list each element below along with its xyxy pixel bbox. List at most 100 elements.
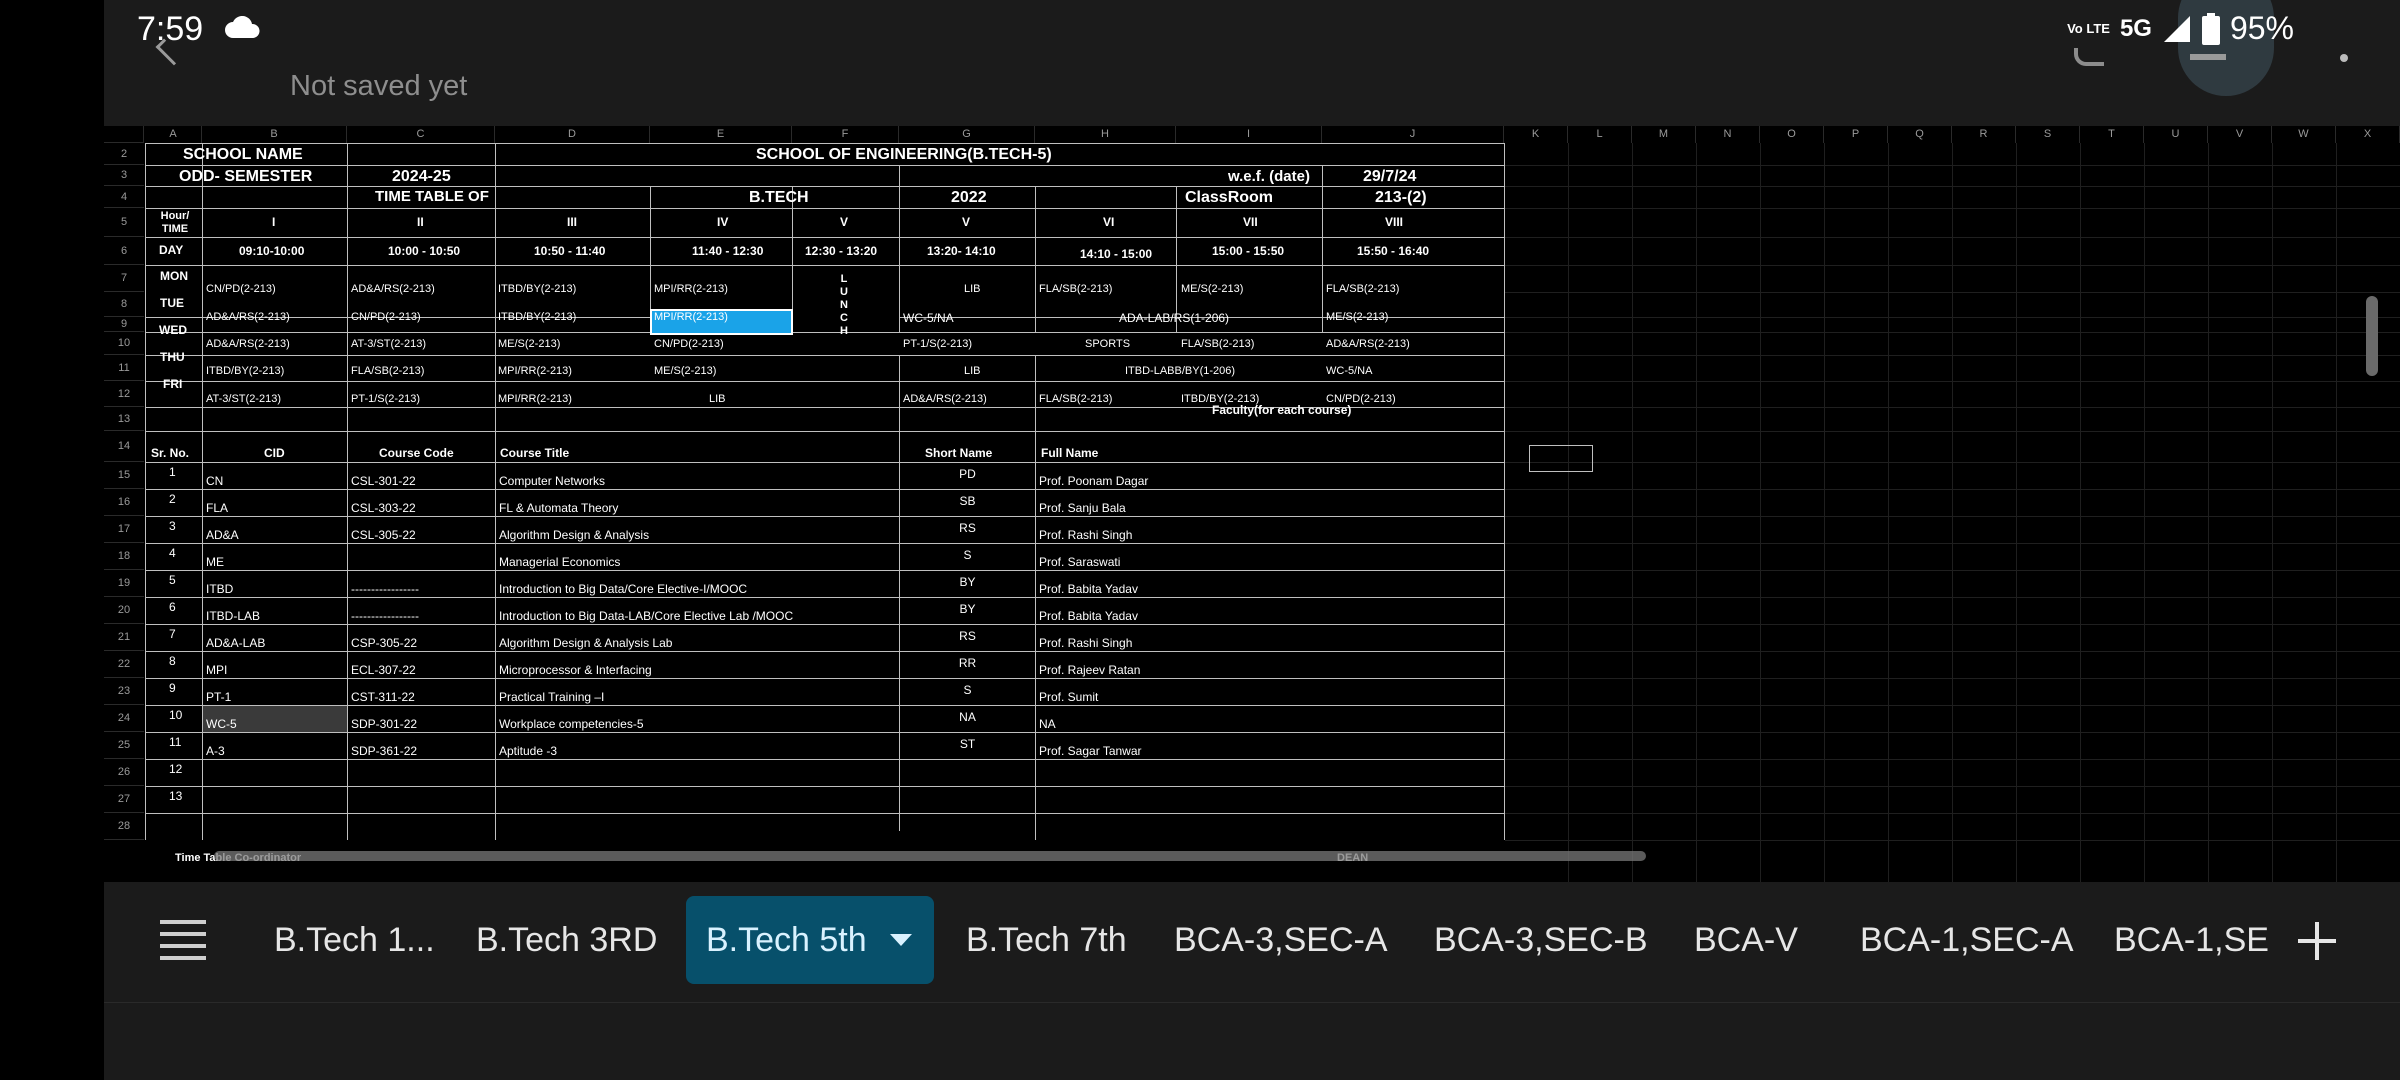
sheet-tab-bca-1-se[interactable]: BCA-1,SE [2114, 896, 2269, 984]
row-header-16[interactable]: 16 [104, 489, 144, 516]
period-header-7[interactable]: VI [1103, 215, 1114, 229]
slot-thu-9[interactable]: WC-5/NA [1326, 365, 1372, 377]
batch-cell[interactable]: 2022 [951, 189, 987, 207]
slot-mon-8[interactable]: ME/S(2-213) [1181, 283, 1243, 295]
time-slot-1[interactable]: 09:10-10:00 [239, 244, 304, 258]
column-header-u[interactable]: U [2144, 126, 2208, 143]
course-code[interactable]: ----------------- [351, 609, 419, 623]
slot-fri-4[interactable]: LIB [709, 393, 726, 405]
course-sr[interactable]: 10 [169, 708, 182, 722]
program-cell[interactable]: B.TECH [749, 189, 809, 207]
course-cid[interactable]: WC-5 [206, 717, 237, 731]
row-header-14[interactable]: 14 [104, 431, 144, 462]
row-header-4[interactable]: 4 [104, 186, 144, 208]
course-code[interactable]: ----------------- [351, 582, 419, 596]
column-header-q[interactable]: Q [1888, 126, 1952, 143]
time-slot-3[interactable]: 10:50 - 11:40 [534, 244, 605, 258]
course-short[interactable]: RR [900, 656, 1035, 670]
slot-fri-3[interactable]: MPI/RR(2-213) [498, 393, 572, 405]
day-thu[interactable]: THU [160, 350, 185, 364]
column-header-s[interactable]: S [2016, 126, 2080, 143]
course-short[interactable]: BY [900, 602, 1035, 616]
time-slot-9[interactable]: 15:50 - 16:40 [1357, 244, 1429, 258]
slot-wed-4[interactable]: CN/PD(2-213) [654, 338, 724, 350]
slot-thu-3[interactable]: MPI/RR(2-213) [498, 365, 572, 377]
course-short[interactable]: PD [900, 467, 1035, 481]
course-title[interactable]: Workplace competencies-5 [499, 717, 644, 731]
period-header-6[interactable]: V [962, 215, 970, 229]
slot-mon-6[interactable]: LIB [964, 283, 981, 295]
slot-mon-9[interactable]: FLA/SB(2-213) [1326, 283, 1399, 295]
course-code[interactable]: CSL-301-22 [351, 474, 416, 488]
school-name-value[interactable]: SCHOOL OF ENGINEERING(B.TECH-5) [756, 146, 1052, 164]
spreadsheet-grid[interactable]: ABCDEFGHIJKLMNOPQRSTUVWXY 23456789101112… [104, 126, 2400, 882]
row-header-26[interactable]: 26 [104, 759, 144, 786]
row-header-28[interactable]: 28 [104, 813, 144, 840]
wef-label[interactable]: w.e.f. (date) [1228, 168, 1310, 185]
time-slot-4[interactable]: 11:40 - 12:30 [692, 244, 763, 258]
slot-tue-6[interactable]: WC-5/NA [903, 311, 954, 325]
day-fri[interactable]: FRI [163, 377, 182, 391]
period-header-2[interactable]: II [417, 215, 424, 229]
slot-mon-4[interactable]: MPI/RR(2-213) [654, 283, 728, 295]
column-header-c[interactable]: C [347, 126, 495, 143]
course-sr[interactable]: 2 [169, 492, 176, 506]
row-header-18[interactable]: 18 [104, 543, 144, 570]
slot-fri-1[interactable]: AT-3/ST(2-213) [206, 393, 281, 405]
course-cid[interactable]: A-3 [206, 744, 225, 758]
course-full-name[interactable]: Prof. Rashi Singh [1039, 636, 1132, 650]
column-header-v[interactable]: V [2208, 126, 2272, 143]
course-full-name[interactable]: Prof. Rajeev Ratan [1039, 663, 1140, 677]
course-code[interactable]: CSL-305-22 [351, 528, 416, 542]
sheet-tab-bca-3-sec-b[interactable]: BCA-3,SEC-B [1434, 896, 1648, 984]
classroom-label[interactable]: ClassRoom [1185, 189, 1273, 207]
course-full-name[interactable]: Prof. Rashi Singh [1039, 528, 1132, 542]
column-header-d[interactable]: D [495, 126, 650, 143]
horizontal-scrollbar[interactable] [214, 851, 1646, 861]
sheet-tab-bca-v[interactable]: BCA-V [1694, 896, 1798, 984]
slot-wed-6[interactable]: PT-1/S(2-213) [903, 338, 972, 350]
course-cid[interactable]: PT-1 [206, 690, 231, 704]
slot-mon-1[interactable]: CN/PD(2-213) [206, 283, 276, 295]
column-header-e[interactable]: E [650, 126, 792, 143]
period-header-8[interactable]: VII [1243, 215, 1258, 229]
semester-cell[interactable]: ODD- SEMESTER [179, 168, 312, 186]
row-header-20[interactable]: 20 [104, 597, 144, 624]
column-header-n[interactable]: N [1696, 126, 1760, 143]
sheet-tab-bca-1-sec-a[interactable]: BCA-1,SEC-A [1860, 896, 2074, 984]
slot-wed-1[interactable]: AD&A/RS(2-213) [206, 338, 290, 350]
course-cid[interactable]: ITBD-LAB [206, 609, 260, 623]
course-cid[interactable]: CN [206, 474, 223, 488]
course-full-name[interactable]: Prof. Sanju Bala [1039, 501, 1126, 515]
time-slot-7[interactable]: 14:10 - 15:00 [1080, 247, 1152, 261]
day-header[interactable]: DAY [159, 243, 183, 257]
course-sr[interactable]: 8 [169, 654, 176, 668]
day-mon[interactable]: MON [160, 269, 188, 283]
classroom-value[interactable]: 213-(2) [1375, 189, 1427, 207]
vertical-scrollbar[interactable] [2366, 296, 2378, 376]
timetable-of-label[interactable]: TIME TABLE OF [375, 188, 489, 205]
course-full-name[interactable]: Prof. Poonam Dagar [1039, 474, 1148, 488]
year-cell[interactable]: 2024-25 [392, 168, 451, 186]
slot-tue-2[interactable]: CN/PD(2-213) [351, 311, 421, 323]
course-code[interactable]: SDP-361-22 [351, 744, 417, 758]
course-title[interactable]: FL & Automata Theory [499, 501, 618, 515]
row-header-25[interactable]: 25 [104, 732, 144, 759]
column-header-i[interactable]: I [1176, 126, 1322, 143]
course-cid[interactable]: ITBD [206, 582, 233, 596]
course-sr[interactable]: 13 [169, 789, 182, 803]
row-header-3[interactable]: 3 [104, 165, 144, 186]
course-short[interactable]: BY [900, 575, 1035, 589]
course-title[interactable]: Algorithm Design & Analysis Lab [499, 636, 672, 650]
course-title[interactable]: Algorithm Design & Analysis [499, 528, 649, 542]
row-header-13[interactable]: 13 [104, 407, 144, 431]
course-full-name[interactable]: Prof. Sagar Tanwar [1039, 744, 1142, 758]
column-header-g[interactable]: G [899, 126, 1035, 143]
course-full-name[interactable]: NA [1039, 717, 1056, 731]
row-header-24[interactable]: 24 [104, 705, 144, 732]
column-header-m[interactable]: M [1632, 126, 1696, 143]
course-sr[interactable]: 11 [169, 735, 181, 749]
row-header-21[interactable]: 21 [104, 624, 144, 651]
period-header-1[interactable]: I [272, 215, 275, 229]
column-header-l[interactable]: L [1568, 126, 1632, 143]
